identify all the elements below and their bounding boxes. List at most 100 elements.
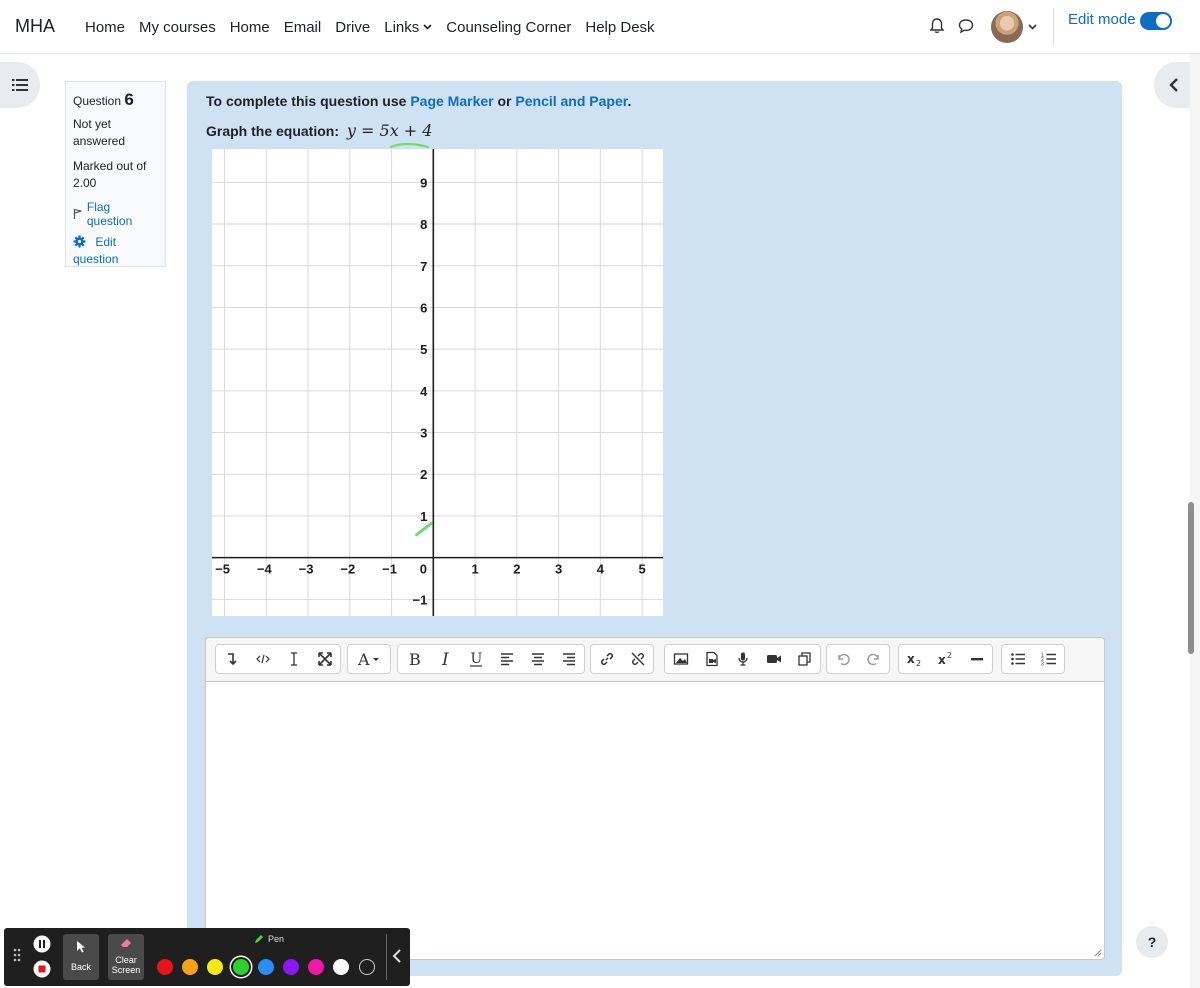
superscript-button[interactable]: x2 — [930, 645, 961, 673]
nav-link-help-desk[interactable]: Help Desk — [578, 19, 661, 36]
back-cursor-button[interactable]: Back — [63, 934, 99, 980]
pen-tool-label: Pen — [254, 934, 284, 944]
color-swatch[interactable] — [232, 959, 249, 975]
y-tick-label: 9 — [420, 175, 427, 190]
course-index-drawer-button[interactable] — [0, 62, 40, 108]
nav-link-my-courses[interactable]: My courses — [132, 19, 223, 36]
numbered-list-icon: 123 — [1041, 653, 1056, 668]
clear-format-button[interactable] — [278, 645, 309, 673]
instruction-prefix: To complete this question use — [206, 93, 407, 109]
image-button[interactable] — [665, 645, 696, 673]
nav-link-counseling-corner[interactable]: Counseling Corner — [439, 19, 578, 36]
pause-icon[interactable] — [33, 935, 51, 953]
graph-prompt: Graph the equation: y = 5x + 4 — [206, 121, 432, 140]
site-brand[interactable]: MHA — [15, 16, 55, 37]
horizontal-rule-icon — [970, 658, 983, 661]
color-swatch[interactable] — [257, 959, 274, 975]
align-left-button[interactable] — [491, 645, 522, 673]
underline-button[interactable]: U — [460, 645, 491, 673]
color-swatch[interactable] — [308, 959, 325, 975]
toggle-knob — [1156, 14, 1170, 28]
gear-icon — [73, 235, 86, 248]
pen-annotation-stroke — [415, 521, 433, 537]
link-button[interactable] — [591, 645, 622, 673]
font-color-button[interactable]: A — [348, 645, 390, 673]
unlink-button[interactable] — [622, 645, 653, 673]
svg-text:2: 2 — [947, 651, 952, 660]
color-swatch[interactable] — [358, 959, 375, 975]
media-icon — [705, 651, 718, 667]
edit-question-link[interactable]: Edit question — [73, 234, 158, 268]
edit-mode-toggle[interactable] — [1140, 12, 1172, 30]
y-tick-label: 2 — [420, 467, 427, 482]
record-video-icon — [766, 655, 781, 663]
color-swatch[interactable] — [182, 959, 199, 975]
align-center-button[interactable] — [522, 645, 553, 673]
chat-icon[interactable] — [957, 17, 975, 35]
help-button[interactable]: ? — [1136, 926, 1168, 958]
redo-icon — [866, 653, 879, 666]
equation: y = 5x + 4 — [346, 121, 433, 140]
insert-button[interactable] — [216, 645, 247, 673]
html-button[interactable] — [247, 645, 278, 673]
font-color-icon: A — [358, 651, 379, 667]
svg-text:x: x — [907, 652, 915, 666]
svg-text:U: U — [470, 651, 482, 667]
page-marker-link[interactable]: Page Marker — [410, 93, 493, 109]
nav-link-home-2[interactable]: Home — [223, 19, 277, 36]
x-tick-label: −5 — [215, 562, 230, 577]
record-video-button[interactable] — [758, 645, 789, 673]
pencil-and-paper-link[interactable]: Pencil and Paper — [515, 93, 627, 109]
subscript-button[interactable]: x2 — [899, 645, 930, 673]
svg-text:2: 2 — [916, 659, 921, 667]
redo-button[interactable] — [858, 645, 889, 673]
question-state: Not yet answered — [73, 117, 126, 148]
color-swatch[interactable] — [207, 959, 224, 975]
bullet-list-button[interactable] — [1002, 645, 1033, 673]
chevron-left-icon — [1169, 78, 1178, 92]
undo-icon — [837, 653, 850, 666]
record-audio-button[interactable] — [727, 645, 758, 673]
back-button-label: Back — [70, 962, 91, 972]
page-scrollbar-thumb[interactable] — [1188, 502, 1194, 654]
svg-text:I: I — [441, 651, 449, 667]
align-left-icon — [500, 653, 513, 666]
manage-files-button[interactable] — [789, 645, 820, 673]
resize-handle-icon[interactable] — [1094, 949, 1102, 957]
annotation-toolbar: Back Clear Screen Pen — [4, 928, 410, 986]
chevron-left-icon[interactable] — [392, 948, 402, 964]
nav-link-drive[interactable]: Drive — [328, 19, 377, 36]
svg-text:3: 3 — [1041, 662, 1044, 668]
primary-navigation: Home My courses Home Email Drive Links C… — [78, 0, 662, 54]
nav-link-home[interactable]: Home — [78, 19, 132, 36]
x-tick-label: −2 — [340, 562, 355, 577]
x-tick-label: 4 — [597, 562, 605, 577]
color-swatch[interactable] — [333, 959, 350, 975]
chevron-down-icon[interactable] — [1028, 24, 1037, 30]
clear-screen-button[interactable]: Clear Screen — [108, 934, 144, 980]
align-right-button[interactable] — [553, 645, 584, 673]
answer-text-area[interactable] — [206, 682, 1104, 959]
nav-link-links[interactable]: Links — [377, 19, 439, 36]
numbered-list-button[interactable]: 123 — [1033, 645, 1064, 673]
nav-link-email[interactable]: Email — [277, 19, 329, 36]
link-icon — [600, 652, 613, 666]
instruction-suffix: . — [627, 93, 632, 109]
horizontal-rule-button[interactable] — [961, 645, 992, 673]
color-swatch[interactable] — [157, 959, 173, 975]
svg-text:B: B — [409, 651, 421, 667]
italic-button[interactable]: I — [429, 645, 460, 673]
undo-button[interactable] — [827, 645, 858, 673]
bell-icon[interactable] — [928, 17, 946, 35]
y-tick-label: 6 — [420, 300, 427, 315]
media-button[interactable] — [696, 645, 727, 673]
user-avatar[interactable] — [991, 11, 1023, 43]
bold-button[interactable]: B — [398, 645, 429, 673]
flag-question-link[interactable]: Flag question — [73, 200, 158, 228]
drag-handle-icon[interactable] — [13, 948, 21, 962]
y-tick-label: 4 — [420, 384, 428, 399]
stop-icon[interactable] — [33, 960, 51, 978]
color-swatch[interactable] — [283, 959, 299, 975]
fullscreen-button[interactable] — [309, 645, 340, 673]
block-drawer-button[interactable] — [1154, 62, 1194, 108]
